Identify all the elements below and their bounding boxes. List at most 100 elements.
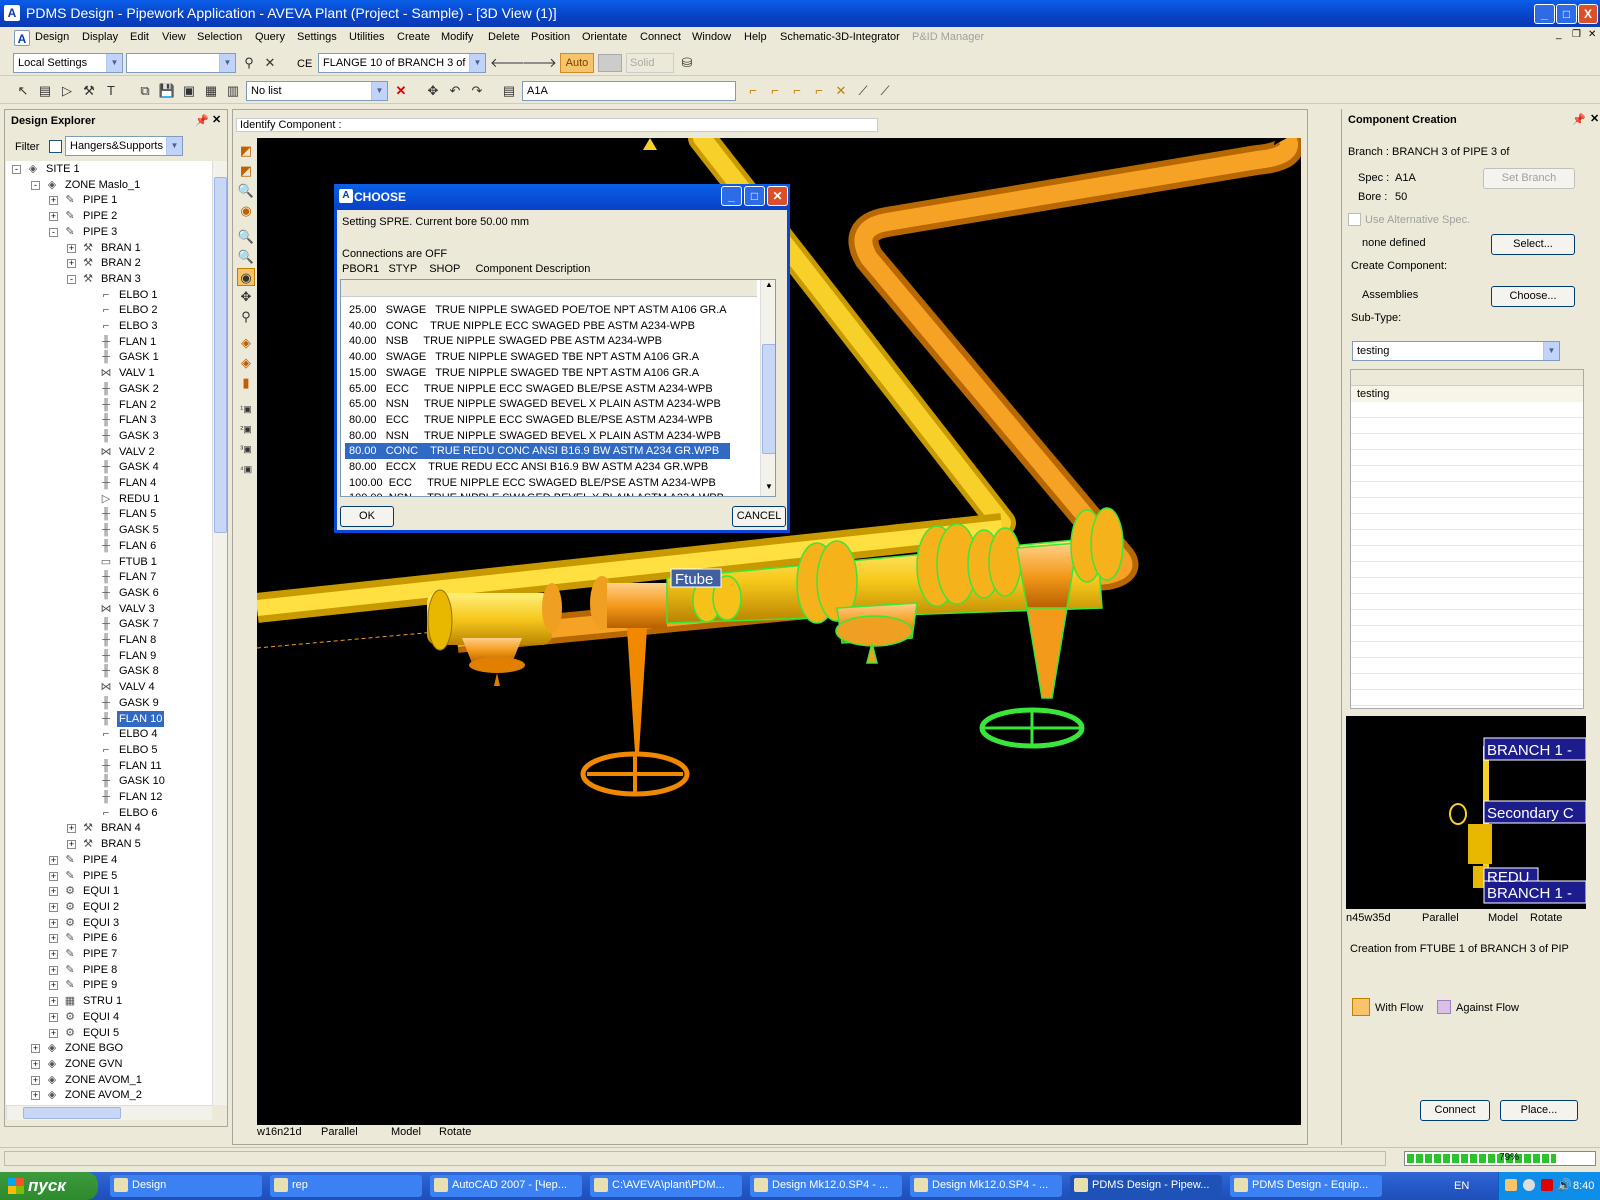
rotate-icon[interactable]: ◉ — [237, 268, 255, 286]
chevron-down-icon[interactable]: ▼ — [106, 54, 122, 72]
scroll-up-icon[interactable]: ▲ — [762, 280, 775, 289]
expand-icon[interactable]: + — [49, 997, 58, 1007]
tree-scrollbar[interactable] — [212, 161, 227, 1105]
tree-node[interactable]: ╫ FLAN 10 — [6, 710, 212, 727]
tree-node[interactable]: ⌐ ELBO 3 — [6, 318, 212, 334]
redo-icon[interactable]: ↷ — [468, 82, 486, 100]
component-list-row[interactable]: 80.00 CONC TRUE REDU CONC ANSI B16.9 BW … — [345, 443, 730, 460]
collapse-icon[interactable]: - — [67, 274, 76, 284]
tree-node[interactable]: ⋈ VALV 1 — [6, 365, 212, 381]
binoculars-icon[interactable]: ⚲ — [240, 54, 258, 72]
tree-node[interactable]: ╫ FLAN 7 — [6, 569, 212, 585]
tree-node[interactable]: ╫ GASK 6 — [6, 585, 212, 601]
tree-node[interactable]: ⌐ ELBO 5 — [6, 742, 212, 758]
expand-icon[interactable]: + — [67, 259, 76, 269]
tree-node[interactable]: ╫ GASK 9 — [6, 695, 212, 711]
identify-component-field[interactable]: Identify Component : — [236, 118, 878, 132]
expand-icon[interactable]: + — [49, 902, 58, 912]
view-tool-icon[interactable]: ◩ — [237, 162, 255, 180]
expand-icon[interactable]: + — [49, 981, 58, 991]
expand-icon[interactable]: + — [31, 1044, 40, 1054]
menu-settings[interactable]: Settings — [297, 31, 337, 43]
subtype-list-item[interactable]: testing — [1351, 386, 1583, 402]
expand-icon[interactable]: + — [67, 243, 76, 253]
tree-node[interactable]: + ◈ ZONE AVOM_2 — [6, 1087, 212, 1103]
document-icon[interactable]: A — [14, 30, 30, 46]
tree-node[interactable]: ╫ FLAN 8 — [6, 632, 212, 648]
tree-node[interactable]: ⋈ VALV 3 — [6, 601, 212, 617]
tree-node[interactable]: + ✎ PIPE 8 — [6, 962, 212, 978]
close-icon[interactable]: ✕ — [1590, 112, 1599, 125]
expand-icon[interactable]: + — [67, 824, 76, 834]
component-list-scrollbar[interactable]: ▲ ▼ — [760, 280, 775, 496]
window-icon[interactable]: ▣ — [180, 82, 198, 100]
expand-icon[interactable]: + — [49, 934, 58, 944]
task-aveva-folder[interactable]: C:\AVEVA\plant\PDM... — [590, 1175, 742, 1197]
menu-view[interactable]: View — [162, 31, 186, 43]
empty-combo[interactable]: ▼ — [126, 53, 236, 73]
menu-schematic[interactable]: Schematic-3D-Integrator — [780, 31, 900, 43]
component-list-row[interactable]: 40.00 CONC TRUE NIPPLE ECC SWAGED PBE AS… — [345, 318, 730, 334]
component-list-row[interactable]: 25.00 SWAGE TRUE NIPPLE SWAGED POE/TOE N… — [345, 302, 730, 318]
mdi-restore-button[interactable]: ❐ — [1572, 29, 1581, 40]
tree-node[interactable]: ╫ FLAN 2 — [6, 397, 212, 413]
mdi-minimize-button[interactable]: _ — [1556, 29, 1562, 40]
task-pdms-equipment[interactable]: PDMS Design - Equip... — [1230, 1175, 1382, 1197]
pin-icon[interactable]: 📌 — [195, 114, 209, 127]
menu-create[interactable]: Create — [397, 31, 430, 43]
against-flow-label[interactable]: Against Flow — [1456, 1002, 1519, 1014]
cylinder-icon[interactable]: ⛁ — [678, 54, 696, 72]
maximize-button[interactable]: □ — [1556, 4, 1577, 24]
component-list-row[interactable]: 65.00 NSN TRUE NIPPLE SWAGED BEVEL X PLA… — [345, 396, 730, 412]
expand-icon[interactable]: + — [49, 887, 58, 897]
tree-node[interactable]: + ✎ PIPE 6 — [6, 930, 212, 946]
save-icon[interactable]: 💾 — [158, 82, 176, 100]
tree-hscroll-thumb[interactable] — [23, 1107, 121, 1119]
tree-node[interactable]: ╫ FLAN 5 — [6, 506, 212, 522]
filter-combo[interactable]: Hangers&Supports ▼ — [65, 136, 183, 156]
connect-button[interactable]: Connect — [1420, 1100, 1490, 1121]
dialog-minimize-button[interactable]: _ — [721, 186, 742, 206]
expand-icon[interactable]: + — [67, 840, 76, 850]
tree-node[interactable]: ⋈ VALV 2 — [6, 444, 212, 460]
chevron-down-icon[interactable]: ▼ — [469, 54, 485, 72]
tree-node[interactable]: + ◈ ZONE BGO — [6, 1040, 212, 1056]
tree-node[interactable]: - ✎ PIPE 3 — [6, 224, 212, 240]
tray-app-icon[interactable] — [1505, 1179, 1517, 1191]
back-arrow-icon[interactable]: 🡐 — [490, 54, 525, 72]
tree-node[interactable]: ╫ GASK 2 — [6, 381, 212, 397]
tree-node[interactable]: ╫ FLAN 12 — [6, 789, 212, 805]
expand-icon[interactable]: + — [49, 1028, 58, 1038]
select-pointer-icon[interactable]: ↖ — [14, 82, 32, 100]
expand-icon[interactable]: + — [49, 196, 58, 206]
select-button[interactable]: Select... — [1491, 234, 1575, 255]
tree-node[interactable]: + ▦ STRU 1 — [6, 993, 212, 1009]
tree-scroll-thumb[interactable] — [214, 177, 227, 533]
component-list-row[interactable]: 40.00 SWAGE TRUE NIPPLE SWAGED TBE NPT A… — [345, 349, 730, 365]
expand-icon[interactable]: + — [49, 1012, 58, 1022]
pin-icon[interactable]: 📌 — [1572, 113, 1586, 126]
against-flow-icon[interactable] — [1437, 1000, 1451, 1014]
close-icon[interactable]: ✕ — [212, 113, 221, 126]
saved-view-1-icon[interactable]: ¹▣ — [237, 400, 255, 418]
tree-node[interactable]: ⌐ ELBO 6 — [6, 805, 212, 821]
mini-3d-view[interactable]: BRANCH 1 - Secondary C REDU BRANCH 1 - — [1346, 716, 1586, 909]
tree-node[interactable]: ╫ GASK 4 — [6, 459, 212, 475]
walk-icon[interactable]: ⚲ — [237, 308, 255, 326]
component-list[interactable]: 25.00 SWAGE TRUE NIPPLE SWAGED POE/TOE N… — [340, 279, 776, 497]
tree-node[interactable]: - ◈ SITE 1 — [6, 161, 212, 177]
dialog-close-button[interactable]: ✕ — [767, 186, 788, 206]
pipe-tool-icon[interactable]: ⌐ — [788, 82, 806, 100]
collapse-icon[interactable]: - — [31, 180, 40, 190]
task-autocad[interactable]: AutoCAD 2007 - [Чер... — [430, 1175, 582, 1197]
filter-checkbox[interactable] — [49, 140, 62, 153]
clear-icon[interactable]: ✕ — [261, 54, 279, 72]
expand-icon[interactable]: + — [31, 1091, 40, 1101]
component-list-row[interactable]: 80.00 ECCX TRUE REDU ECC ANSI B16.9 BW A… — [345, 459, 730, 475]
expand-icon[interactable]: + — [49, 965, 58, 975]
chevron-down-icon[interactable]: ▼ — [1543, 342, 1559, 360]
tree-node[interactable]: ╫ GASK 8 — [6, 663, 212, 679]
tree-node[interactable]: + ⚙ EQUI 3 — [6, 915, 212, 931]
view-tool-icon[interactable]: ◈ — [237, 354, 255, 372]
pipe-tool-icon[interactable]: ✕ — [832, 82, 850, 100]
